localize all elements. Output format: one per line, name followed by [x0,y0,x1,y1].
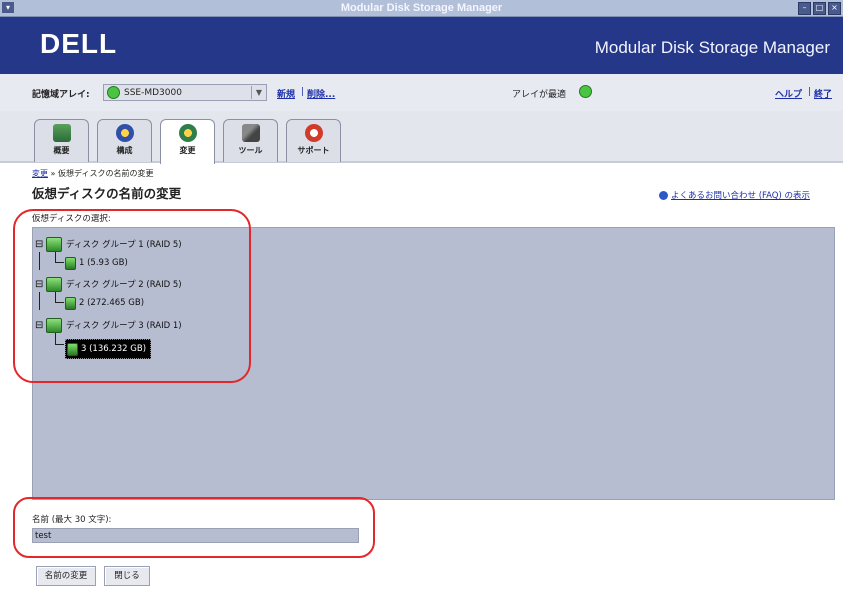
summary-icon [52,124,71,142]
configure-icon [115,124,134,142]
page-title: 仮想ディスクの名前の変更 [32,186,182,201]
breadcrumb-parent-link[interactable]: 変更 [32,169,48,178]
tab-label: 構成 [116,146,133,155]
close-icon[interactable]: × [828,2,841,15]
link-separator: | [808,87,812,97]
array-select-value: SSE-MD3000 [124,87,182,98]
close-button[interactable]: 閉じる [104,566,150,586]
tab-modify[interactable]: 変更 [160,119,215,164]
maximize-icon[interactable]: □ [813,2,826,15]
help-icon [659,190,668,200]
link-separator: | [301,87,305,97]
tools-icon [241,124,260,142]
window-controls: – □ × [798,2,841,15]
array-label: 記憶域アレイ: [32,90,90,100]
tab-tools[interactable]: ツール [223,119,278,162]
status-ok-icon [107,86,120,99]
rename-button[interactable]: 名前の変更 [36,566,96,586]
tab-label: ツール [238,146,263,155]
delete-array-link[interactable]: 削除... [307,87,335,100]
minimize-icon[interactable]: – [798,2,811,15]
array-status-text: アレイが最適 [512,90,567,100]
help-link[interactable]: ヘルプ [775,87,802,100]
tab-label: サポート [297,146,330,155]
title-bar: ▾ Modular Disk Storage Manager – □ × [0,0,843,17]
tab-label: 概要 [53,146,70,155]
tab-support[interactable]: サポート [286,119,341,162]
chevron-down-icon[interactable]: ▼ [251,86,266,99]
dell-logo: DELL [40,28,118,59]
exit-link[interactable]: 終了 [814,87,832,100]
breadcrumb: 変更 » 仮想ディスクの名前の変更 [32,168,153,179]
tab-summary[interactable]: 概要 [34,119,89,162]
product-name: Modular Disk Storage Manager [594,38,830,57]
faq-link-text[interactable]: よくあるお問い合わせ (FAQ) の表示 [671,189,810,201]
status-ok-icon [579,85,592,98]
new-array-link[interactable]: 新規 [277,87,295,100]
modify-icon [178,124,197,142]
array-select[interactable]: SSE-MD3000 ▼ [103,84,267,101]
name-field-highlight-annotation [13,497,375,558]
breadcrumb-current: 仮想ディスクの名前の変更 [58,169,154,178]
banner: DELL Modular Disk Storage Manager [0,17,843,74]
array-bar: 記憶域アレイ: SSE-MD3000 ▼ 新規 | 削除... アレイが最適 ヘ… [0,74,843,112]
tab-label: 変更 [179,146,196,155]
tab-configure[interactable]: 構成 [97,119,152,162]
support-icon [304,124,323,142]
window-title: Modular Disk Storage Manager [340,2,503,14]
tree-highlight-annotation [13,209,251,383]
faq-link[interactable]: よくあるお問い合わせ (FAQ) の表示 [659,189,810,201]
breadcrumb-separator: » [50,169,56,178]
